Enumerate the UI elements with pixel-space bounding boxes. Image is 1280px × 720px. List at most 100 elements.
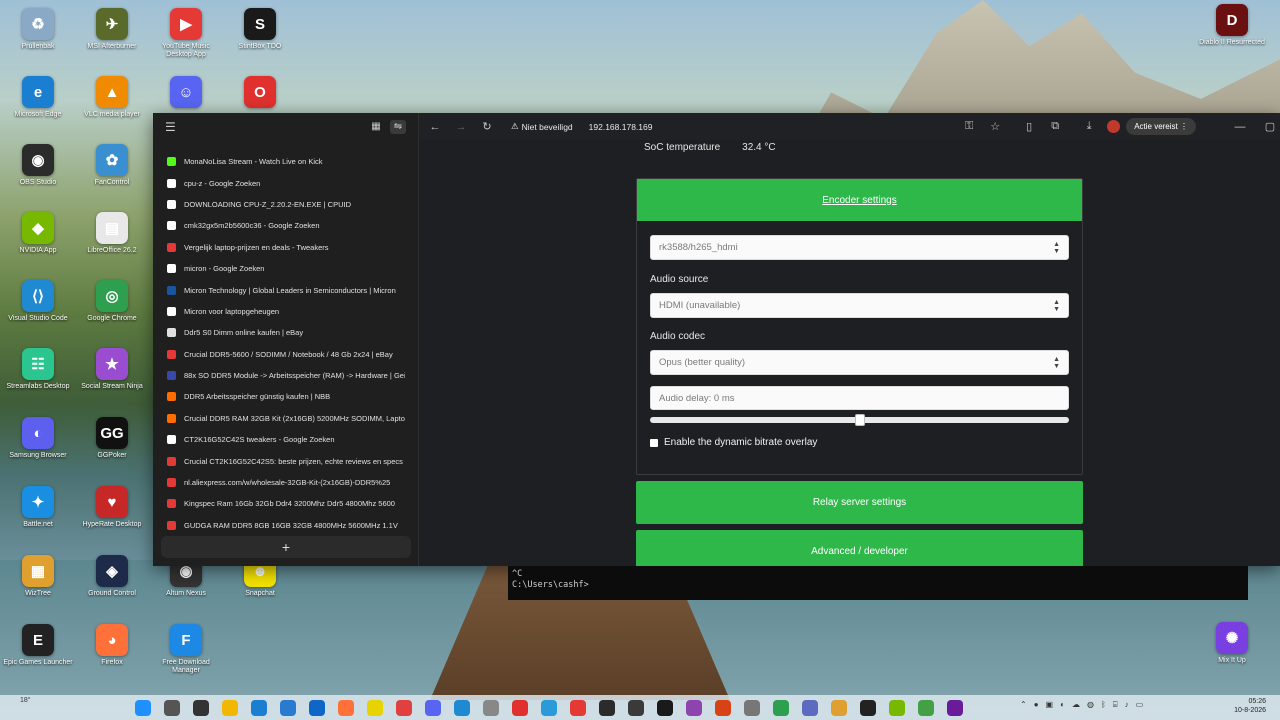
opera-icon[interactable] (511, 699, 528, 716)
tray-app-icon[interactable]: ◐ (1060, 700, 1065, 710)
url-text[interactable]: 192.168.178.169 (589, 122, 653, 132)
desktop-icon[interactable]: ◐ Samsung Browser (6, 417, 70, 481)
edge-icon[interactable] (250, 699, 267, 716)
maximize-icon[interactable]: ▢ (1260, 120, 1280, 133)
tab-groups-icon[interactable]: ▦ (368, 120, 384, 134)
discord-icon[interactable] (424, 699, 441, 716)
desktop-icon[interactable]: ⟨⟩ Visual Studio Code (6, 280, 70, 344)
desktop-icon[interactable]: ▶ YouTube Music Desktop App (154, 8, 218, 72)
audio-codec-select[interactable]: Opus (better quality) ▲ ▼ (650, 350, 1069, 375)
back-icon[interactable]: ← (425, 121, 445, 133)
app-icon-8[interactable] (801, 699, 818, 716)
nvidia-icon[interactable] (888, 699, 905, 716)
audio-source-select[interactable]: HDMI (unavailable) ▲ ▼ (650, 293, 1069, 318)
app-icon-7[interactable] (714, 699, 731, 716)
sidebar-tab[interactable]: cpu-z - Google Zoeken (161, 172, 411, 193)
app-icon-9[interactable] (830, 699, 847, 716)
tray-expand-icon[interactable]: ⌃ (1020, 700, 1027, 710)
desktop-icon[interactable]: ▤ LibreOffice 26.2 (80, 212, 144, 276)
app-icon-2[interactable] (482, 699, 499, 716)
sidebar-menu-icon[interactable]: ☰ (165, 120, 176, 134)
desktop-icon[interactable]: ◕ Firefox (80, 624, 144, 688)
collapse-sidebar-icon[interactable]: ⇋ (390, 119, 406, 134)
app-icon-4[interactable] (569, 699, 586, 716)
address-bar[interactable]: ⚠ Niet beveiligd 192.168.178.169 (505, 117, 652, 137)
shazam-icon[interactable] (366, 699, 383, 716)
relay-server-settings-button[interactable]: Relay server settings (636, 481, 1083, 524)
sidebar-tab[interactable]: GUDGA RAM DDR5 8GB 16GB 32GB 4800MHz 560… (161, 515, 411, 536)
desktop-icon[interactable]: ◆ NVIDIA App (6, 212, 70, 276)
media-player-icon[interactable] (656, 699, 673, 716)
extensions-icon[interactable]: ⧉ (1045, 120, 1065, 133)
app-icon-1[interactable] (395, 699, 412, 716)
sidebar-tab[interactable]: Crucial DDR5 RAM 32GB Kit (2x16GB) 5200M… (161, 408, 411, 429)
sidebar-tab[interactable]: CT2K16G52C42S tweakers - Google Zoeken (161, 429, 411, 450)
sidebar-tab[interactable]: Ddr5 S0 Dimm online kaufen | eBay (161, 322, 411, 343)
desktop-icon[interactable]: ♻ Prullenbak (6, 8, 70, 72)
tray-app-icon[interactable]: ▣ (1046, 700, 1054, 710)
network-icon[interactable]: ⌸ (1113, 700, 1118, 710)
reading-list-icon[interactable]: ▯ (1019, 120, 1039, 133)
app-icon-6[interactable] (685, 699, 702, 716)
taskbar-clock[interactable]: 05:26 10-8-2026 (1234, 697, 1266, 715)
app-icon-5[interactable] (627, 699, 644, 716)
not-secure-chip[interactable]: ⚠ Niet beveiligd (505, 121, 579, 132)
bookmark-star-icon[interactable]: ☆ (985, 120, 1005, 133)
profile-avatar[interactable] (1107, 120, 1121, 133)
weather-widget[interactable]: 18° (20, 697, 31, 704)
desktop-icon[interactable]: ☷ Streamlabs Desktop (6, 348, 70, 412)
action-required-button[interactable]: Actie vereist ⋮ (1126, 118, 1196, 135)
desktop-icon[interactable]: GG GGPoker (80, 417, 144, 481)
battery-icon[interactable]: ▭ (1136, 700, 1144, 710)
sidebar-tab[interactable]: micron - Google Zoeken (161, 258, 411, 279)
new-tab-button[interactable]: + (161, 536, 411, 558)
task-view-icon[interactable] (192, 699, 209, 716)
desktop-icon[interactable]: F Free Download Manager (154, 624, 218, 688)
desktop-icon[interactable]: ◎ Google Chrome (80, 280, 144, 344)
terminal-window[interactable]: ^C C:\Users\cashf> (508, 566, 1248, 600)
sidebar-tab[interactable]: Crucial DDR5-5600 / SODIMM / Notebook / … (161, 344, 411, 365)
sidebar-tab[interactable]: DDR5 Arbeitsspeicher günstig kaufen | NB… (161, 386, 411, 407)
firefox-icon[interactable] (337, 699, 354, 716)
desktop-icon[interactable]: ✺ Mix It Up (1200, 622, 1264, 686)
desktop-icon[interactable]: ✿ FanControl (80, 144, 144, 208)
terminal-icon[interactable] (859, 699, 876, 716)
desktop-icon[interactable]: ▲ VLC media player (80, 76, 144, 140)
desktop-icon[interactable]: ★ Social Stream Ninja (80, 348, 144, 412)
sidebar-tab[interactable]: Micron Technology | Global Leaders in Se… (161, 279, 411, 300)
tray-app-icon[interactable]: ● (1034, 700, 1039, 710)
sidebar-tab[interactable]: Crucial CT2K16G52C42S5: beste prijzen, e… (161, 450, 411, 471)
app-icon-11[interactable] (946, 699, 963, 716)
file-explorer-icon[interactable] (221, 699, 238, 716)
download-icon[interactable]: ⤓ (1079, 120, 1099, 133)
code-icon[interactable] (453, 699, 470, 716)
search-icon[interactable] (163, 699, 180, 716)
audio-delay-slider-handle[interactable] (854, 414, 865, 426)
encoder-settings-header[interactable]: Encoder settings (637, 179, 1082, 221)
desktop-icon[interactable]: ♥ HypeRate Desktop (80, 486, 144, 550)
sidebar-tab[interactable]: 88x SO DDR5 Module -> Arbeitsspeicher (R… (161, 365, 411, 386)
reload-icon[interactable]: ↻ (477, 120, 497, 133)
sidebar-tab[interactable]: cmk32gx5m2b5600c36 - Google Zoeken (161, 215, 411, 236)
outlook-icon[interactable] (308, 699, 325, 716)
sidebar-tab[interactable]: Vergelijk laptop-prijzen en deals - Twea… (161, 237, 411, 258)
tray-app-icon[interactable]: ◍ (1087, 700, 1094, 710)
password-key-icon[interactable]: ⚿ (959, 120, 979, 133)
desktop-icon[interactable]: ◉ OBS Studio (6, 144, 70, 208)
app-icon-10[interactable] (917, 699, 934, 716)
store-icon[interactable] (279, 699, 296, 716)
windows-start-icon[interactable] (134, 699, 151, 716)
audio-delay-slider[interactable] (650, 414, 1069, 426)
desktop-icon[interactable]: ✈ MSI Afterburner (80, 8, 144, 72)
desktop-icon[interactable]: S StintBox TDO (228, 8, 292, 72)
sidebar-tab[interactable]: Micron voor laptopgeheugen (161, 301, 411, 322)
sidebar-tab[interactable]: DOWNLOADING CPU-Z_2.20.2-EN.EXE | CPUID (161, 194, 411, 215)
obs-icon[interactable] (598, 699, 615, 716)
bitrate-overlay-checkbox[interactable] (650, 438, 658, 447)
desktop-icon[interactable]: E Epic Games Launcher (3, 624, 73, 688)
sidebar-tab[interactable]: MonaNoLisa Stream - Watch Live on Kick (161, 151, 411, 172)
desktop-icon[interactable]: ▦ WizTree (6, 555, 70, 619)
sidebar-tab[interactable]: Kingspec Ram 16Gb 32Gb Ddr4 3200Mhz Ddr5… (161, 493, 411, 514)
encoder-settings-link[interactable]: Encoder settings (822, 195, 897, 206)
sidebar-tab[interactable]: nl.aliexpress.com/w/wholesale-32GB-Kit-(… (161, 472, 411, 493)
